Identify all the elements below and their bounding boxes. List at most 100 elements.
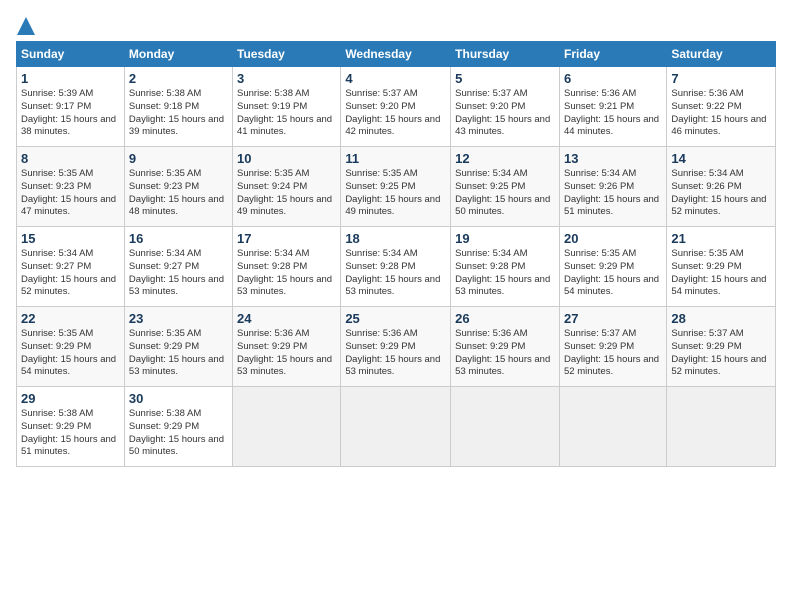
day-info: Sunrise: 5:35 AMSunset: 9:29 PMDaylight:… [21, 328, 120, 379]
week-row-2: 8 Sunrise: 5:35 AMSunset: 9:23 PMDaylight… [17, 147, 776, 227]
calendar-cell: 1Sunrise: 5:39 AMSunset: 9:17 PMDaylight… [17, 67, 125, 147]
day-info: Sunrise: 5:39 AMSunset: 9:17 PMDaylight:… [21, 88, 120, 139]
calendar-cell: 21 Sunrise: 5:35 AMSunset: 9:29 PMDayligh… [667, 227, 776, 307]
calendar-cell: 18Sunrise: 5:34 AMSunset: 9:28 PMDayligh… [341, 227, 451, 307]
day-info: Sunrise: 5:34 AMSunset: 9:27 PMDaylight:… [21, 248, 120, 299]
day-number: 14 [671, 151, 771, 166]
calendar-cell: 23 Sunrise: 5:35 AMSunset: 9:29 PMDayligh… [124, 307, 232, 387]
day-info: Sunrise: 5:34 AMSunset: 9:28 PMDaylight:… [455, 248, 555, 299]
calendar-cell: 19 Sunrise: 5:34 AMSunset: 9:28 PMDayligh… [451, 227, 560, 307]
calendar-cell: 10 Sunrise: 5:35 AMSunset: 9:24 PMDayligh… [233, 147, 341, 227]
day-info: Sunrise: 5:37 AMSunset: 9:29 PMDaylight:… [564, 328, 662, 379]
calendar-cell: 27 Sunrise: 5:37 AMSunset: 9:29 PMDayligh… [559, 307, 666, 387]
header [16, 16, 776, 31]
logo [16, 16, 35, 31]
logo-top [16, 16, 35, 35]
day-number: 10 [237, 151, 336, 166]
calendar-cell: 2 Sunrise: 5:38 AMSunset: 9:18 PMDaylight… [124, 67, 232, 147]
day-number: 3 [237, 71, 336, 86]
day-number: 13 [564, 151, 662, 166]
day-number: 19 [455, 231, 555, 246]
day-info: Sunrise: 5:35 AMSunset: 9:23 PMDaylight:… [21, 168, 120, 219]
day-number: 11 [345, 151, 446, 166]
calendar-cell [667, 387, 776, 467]
day-number: 29 [21, 391, 120, 406]
day-info: Sunrise: 5:34 AMSunset: 9:25 PMDaylight:… [455, 168, 555, 219]
calendar-cell: 13 Sunrise: 5:34 AMSunset: 9:26 PMDayligh… [559, 147, 666, 227]
day-number: 25 [345, 311, 446, 326]
day-info: Sunrise: 5:36 AMSunset: 9:29 PMDaylight:… [455, 328, 555, 379]
week-row-4: 22 Sunrise: 5:35 AMSunset: 9:29 PMDayligh… [17, 307, 776, 387]
day-info: Sunrise: 5:37 AMSunset: 9:20 PMDaylight:… [455, 88, 555, 139]
day-info: Sunrise: 5:36 AMSunset: 9:22 PMDaylight:… [671, 88, 771, 139]
day-info: Sunrise: 5:36 AMSunset: 9:29 PMDaylight:… [345, 328, 446, 379]
calendar-cell: 3 Sunrise: 5:38 AMSunset: 9:19 PMDaylight… [233, 67, 341, 147]
day-number: 6 [564, 71, 662, 86]
day-number: 7 [671, 71, 771, 86]
day-info: Sunrise: 5:37 AMSunset: 9:29 PMDaylight:… [671, 328, 771, 379]
day-info: Sunrise: 5:35 AMSunset: 9:29 PMDaylight:… [129, 328, 228, 379]
calendar-cell [451, 387, 560, 467]
day-number: 8 [21, 151, 120, 166]
day-info: Sunrise: 5:34 AMSunset: 9:26 PMDaylight:… [564, 168, 662, 219]
calendar-cell: 7 Sunrise: 5:36 AMSunset: 9:22 PMDaylight… [667, 67, 776, 147]
header-monday: Monday [124, 42, 232, 67]
day-info: Sunrise: 5:34 AMSunset: 9:28 PMDaylight:… [237, 248, 336, 299]
week-row-5: 29 Sunrise: 5:38 AMSunset: 9:29 PMDayligh… [17, 387, 776, 467]
day-info: Sunrise: 5:38 AMSunset: 9:29 PMDaylight:… [129, 408, 228, 459]
calendar-cell: 22 Sunrise: 5:35 AMSunset: 9:29 PMDayligh… [17, 307, 125, 387]
day-info: Sunrise: 5:38 AMSunset: 9:19 PMDaylight:… [237, 88, 336, 139]
calendar-cell: 8 Sunrise: 5:35 AMSunset: 9:23 PMDaylight… [17, 147, 125, 227]
day-info: Sunrise: 5:34 AMSunset: 9:26 PMDaylight:… [671, 168, 771, 219]
day-info: Sunrise: 5:35 AMSunset: 9:24 PMDaylight:… [237, 168, 336, 219]
day-number: 28 [671, 311, 771, 326]
calendar-cell: 24Sunrise: 5:36 AMSunset: 9:29 PMDayligh… [233, 307, 341, 387]
day-number: 22 [21, 311, 120, 326]
calendar-cell: 26 Sunrise: 5:36 AMSunset: 9:29 PMDayligh… [451, 307, 560, 387]
calendar-cell: 4Sunrise: 5:37 AMSunset: 9:20 PMDaylight… [341, 67, 451, 147]
day-number: 18 [345, 231, 446, 246]
calendar-cell: 28 Sunrise: 5:37 AMSunset: 9:29 PMDayligh… [667, 307, 776, 387]
day-info: Sunrise: 5:35 AMSunset: 9:25 PMDaylight:… [345, 168, 446, 219]
calendar-cell: 20 Sunrise: 5:35 AMSunset: 9:29 PMDayligh… [559, 227, 666, 307]
day-number: 20 [564, 231, 662, 246]
header-thursday: Thursday [451, 42, 560, 67]
day-number: 12 [455, 151, 555, 166]
calendar-cell: 12 Sunrise: 5:34 AMSunset: 9:25 PMDayligh… [451, 147, 560, 227]
calendar-table: SundayMondayTuesdayWednesdayThursdayFrid… [16, 41, 776, 467]
day-info: Sunrise: 5:35 AMSunset: 9:29 PMDaylight:… [671, 248, 771, 299]
week-row-1: 1Sunrise: 5:39 AMSunset: 9:17 PMDaylight… [17, 67, 776, 147]
day-number: 5 [455, 71, 555, 86]
header-wednesday: Wednesday [341, 42, 451, 67]
day-info: Sunrise: 5:36 AMSunset: 9:29 PMDaylight:… [237, 328, 336, 379]
day-info: Sunrise: 5:38 AMSunset: 9:18 PMDaylight:… [129, 88, 228, 139]
day-number: 2 [129, 71, 228, 86]
calendar-page: SundayMondayTuesdayWednesdayThursdayFrid… [0, 0, 792, 612]
calendar-cell: 5 Sunrise: 5:37 AMSunset: 9:20 PMDaylight… [451, 67, 560, 147]
day-number: 27 [564, 311, 662, 326]
calendar-cell: 11 Sunrise: 5:35 AMSunset: 9:25 PMDayligh… [341, 147, 451, 227]
day-number: 16 [129, 231, 228, 246]
calendar-cell: 25 Sunrise: 5:36 AMSunset: 9:29 PMDayligh… [341, 307, 451, 387]
calendar-header-row: SundayMondayTuesdayWednesdayThursdayFrid… [17, 42, 776, 67]
calendar-cell [559, 387, 666, 467]
calendar-cell: 9Sunrise: 5:35 AMSunset: 9:23 PMDaylight… [124, 147, 232, 227]
header-saturday: Saturday [667, 42, 776, 67]
day-info: Sunrise: 5:35 AMSunset: 9:29 PMDaylight:… [564, 248, 662, 299]
day-number: 21 [671, 231, 771, 246]
header-sunday: Sunday [17, 42, 125, 67]
calendar-cell: 17 Sunrise: 5:34 AMSunset: 9:28 PMDayligh… [233, 227, 341, 307]
week-row-3: 15 Sunrise: 5:34 AMSunset: 9:27 PMDayligh… [17, 227, 776, 307]
header-tuesday: Tuesday [233, 42, 341, 67]
day-number: 17 [237, 231, 336, 246]
day-info: Sunrise: 5:34 AMSunset: 9:27 PMDaylight:… [129, 248, 228, 299]
calendar-cell [233, 387, 341, 467]
day-info: Sunrise: 5:35 AMSunset: 9:23 PMDaylight:… [129, 168, 228, 219]
day-number: 15 [21, 231, 120, 246]
day-number: 26 [455, 311, 555, 326]
day-number: 23 [129, 311, 228, 326]
day-info: Sunrise: 5:36 AMSunset: 9:21 PMDaylight:… [564, 88, 662, 139]
calendar-cell: 15 Sunrise: 5:34 AMSunset: 9:27 PMDayligh… [17, 227, 125, 307]
header-friday: Friday [559, 42, 666, 67]
calendar-cell: 6 Sunrise: 5:36 AMSunset: 9:21 PMDaylight… [559, 67, 666, 147]
